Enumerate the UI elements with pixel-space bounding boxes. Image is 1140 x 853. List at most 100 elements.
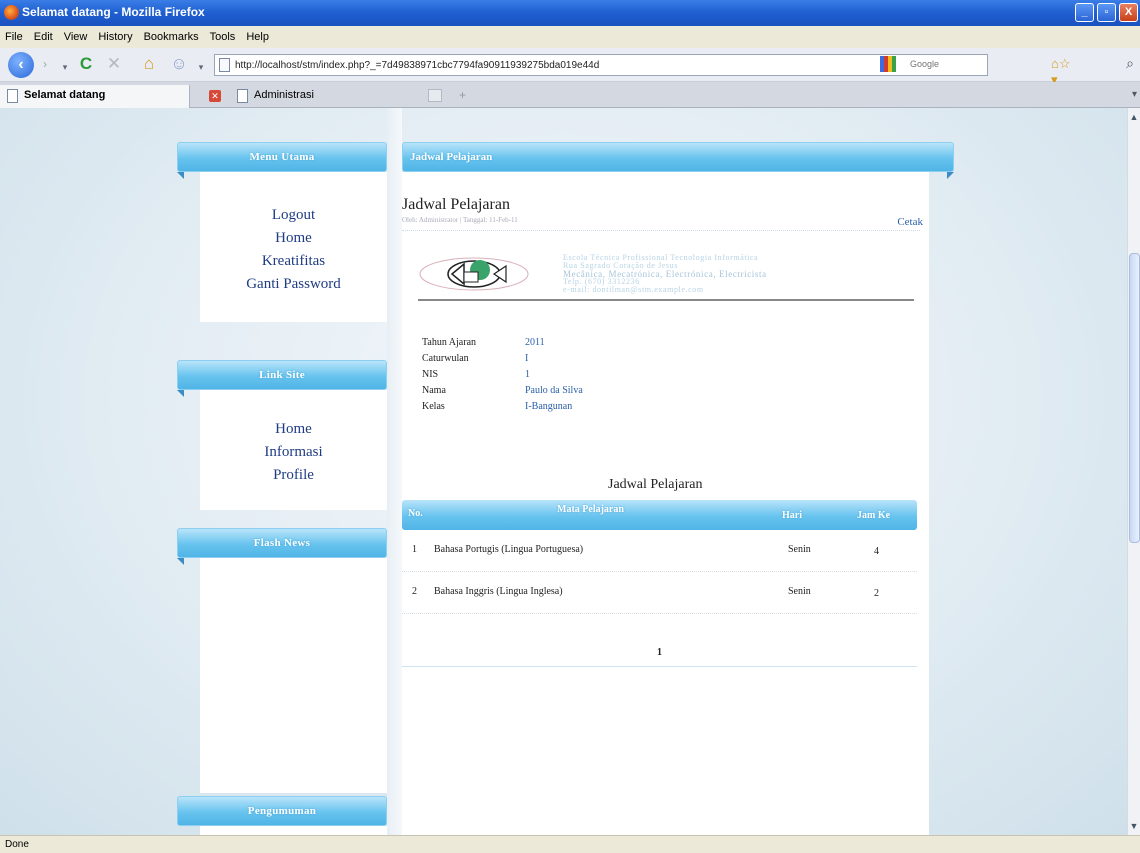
pagination-page[interactable]: 1 [657, 647, 662, 658]
info-value: I-Bangunan [525, 401, 573, 412]
table-row: 2 Bahasa Inggris (Lingua Inglesa) Senin … [402, 572, 917, 614]
sidebar-link-home[interactable]: Home [200, 227, 387, 250]
scroll-up-icon[interactable]: ▲ [1128, 110, 1140, 124]
panel-fold [947, 172, 954, 179]
tab-selamat-datang[interactable]: Selamat datang [0, 85, 190, 108]
page-icon [237, 89, 248, 103]
pengumuman-header: Pengumuman [177, 796, 387, 826]
cell-hari: Senin [788, 586, 811, 597]
page-title: Jadwal Pelajaran [402, 196, 510, 213]
minimize-button[interactable]: _ [1075, 3, 1094, 22]
letterhead-text: Escola Técnica Profissional Tecnologia I… [563, 254, 767, 294]
menu-help[interactable]: Help [246, 31, 269, 43]
info-value: 1 [525, 369, 530, 380]
new-tab-button[interactable]: + [459, 88, 466, 102]
link-site-header: Link Site [177, 360, 387, 390]
table-footer-rule [402, 666, 917, 667]
menu-edit[interactable]: Edit [34, 31, 53, 43]
cell-mata-pelajaran: Bahasa Portugis (Lingua Portuguesa) [434, 544, 584, 555]
maximize-button[interactable]: ▫ [1097, 3, 1116, 22]
cell-no: 1 [412, 544, 417, 555]
search-bar[interactable] [880, 56, 985, 72]
main-panel: Jadwal Pelajaran Oleh: Administrator | T… [402, 172, 929, 835]
column-header-jam-ke: Jam Ke [857, 510, 891, 521]
link-site-panel: Home Informasi Profile [200, 390, 387, 510]
cell-no: 2 [412, 586, 417, 597]
bookmark-user-icon[interactable]: ☺ [168, 54, 190, 74]
cell-jam-ke: 4 [874, 546, 879, 557]
sidebar-link-profile[interactable]: Profile [200, 464, 387, 487]
tab-list-dropdown-icon[interactable]: ▾ [1132, 89, 1137, 100]
reload-icon[interactable]: C [76, 54, 96, 74]
info-label: Nama [422, 385, 446, 396]
sidebar-link-informasi[interactable]: Informasi [200, 441, 387, 464]
panel-fold [177, 172, 184, 179]
close-window-button[interactable]: X [1119, 3, 1138, 22]
stop-icon[interactable]: ✕ [104, 54, 124, 74]
table-row: 1 Bahasa Portugis (Lingua Portuguesa) Se… [402, 530, 917, 572]
menu-file[interactable]: File [5, 31, 23, 43]
print-link[interactable]: Cetak [897, 216, 923, 228]
menu-view[interactable]: View [64, 31, 88, 43]
tab-label: Administrasi [254, 89, 314, 101]
info-value: I [525, 353, 529, 364]
menu-utama-header: Menu Utama [177, 142, 387, 172]
tab-label: Selamat datang [24, 89, 106, 101]
tab-close-icon[interactable]: ✕ [209, 90, 221, 102]
home-icon[interactable]: ⌂ [138, 54, 160, 74]
google-search-engine-icon[interactable] [880, 56, 896, 72]
tab-administrasi[interactable]: Administrasi [230, 85, 420, 108]
tab-bar: Selamat datang ✕ Administrasi + ▾ [0, 82, 1140, 108]
cell-jam-ke: 2 [874, 588, 879, 599]
main-panel-header: Jadwal Pelajaran [402, 142, 954, 172]
sidebar-link-ganti-password[interactable]: Ganti Password [200, 273, 387, 296]
history-dropdown-icon[interactable]: ▾ [60, 57, 70, 77]
firefox-logo-icon [4, 5, 19, 20]
sidebar-link-kreatifitas[interactable]: Kreatifitas [200, 250, 387, 273]
column-header-mata-pelajaran: Mata Pelajaran [557, 504, 624, 515]
info-label: Caturwulan [422, 353, 469, 364]
letterhead-rule [418, 299, 914, 301]
url-input[interactable] [235, 57, 825, 73]
window-title: Selamat datang - Mozilla Firefox [22, 5, 205, 19]
window-title-bar: Selamat datang - Mozilla Firefox _ ▫ X [0, 0, 1140, 26]
info-label: NIS [422, 369, 439, 380]
forward-button[interactable]: › [38, 54, 52, 74]
scroll-thumb[interactable] [1129, 253, 1140, 543]
info-value: Paulo da Silva [525, 385, 583, 396]
column-header-no: No. [408, 508, 423, 519]
status-text: Done [5, 839, 29, 850]
toolbar-dropdown-icon[interactable]: ▾ [196, 57, 206, 77]
menu-tools[interactable]: Tools [210, 31, 236, 43]
info-label: Kelas [422, 401, 445, 412]
panel-fold [177, 390, 184, 397]
flash-news-panel [200, 558, 387, 793]
column-header-hari: Hari [782, 510, 802, 521]
menu-bar: File Edit View History Bookmarks Tools H… [0, 26, 1140, 48]
new-tab-page-icon[interactable] [428, 89, 442, 102]
pengumuman-panel [200, 826, 387, 835]
address-bar[interactable]: ⌂☆ ▾ [214, 54, 1071, 87]
page-icon [7, 89, 18, 103]
school-letterhead: Escola Técnica Profissional Tecnologia I… [418, 252, 914, 302]
navigation-toolbar: ‹ › ▾ C ✕ ⌂ ☺ ▾ ⌂☆ ▾ ⌕ [0, 48, 1140, 87]
search-magnifier-icon[interactable]: ⌕ [1126, 55, 1134, 72]
post-meta: Oleh: Administrator | Tanggal: 11-Feb-11 [402, 216, 518, 224]
page-icon [219, 58, 230, 72]
search-input[interactable] [910, 56, 982, 72]
menu-bookmarks[interactable]: Bookmarks [144, 31, 199, 43]
info-label: Tahun Ajaran [422, 337, 477, 348]
flash-news-header: Flash News [177, 528, 387, 558]
column-gap [387, 108, 402, 835]
schedule-table-header: No. Mata Pelajaran Hari Jam Ke [402, 500, 917, 530]
scroll-down-icon[interactable]: ▼ [1128, 819, 1140, 833]
menu-history[interactable]: History [98, 31, 132, 43]
back-button[interactable]: ‹ [8, 52, 34, 78]
vertical-scrollbar[interactable]: ▲ ▼ [1127, 108, 1140, 835]
sidebar-link-home[interactable]: Home [200, 418, 387, 441]
school-logo-icon [419, 257, 529, 291]
panel-fold [177, 558, 184, 565]
sidebar-link-logout[interactable]: Logout [200, 204, 387, 227]
menu-utama-panel: Logout Home Kreatifitas Ganti Password [200, 172, 387, 322]
letterhead-line: e-mail: dontilman@stm.example.com [563, 285, 704, 294]
